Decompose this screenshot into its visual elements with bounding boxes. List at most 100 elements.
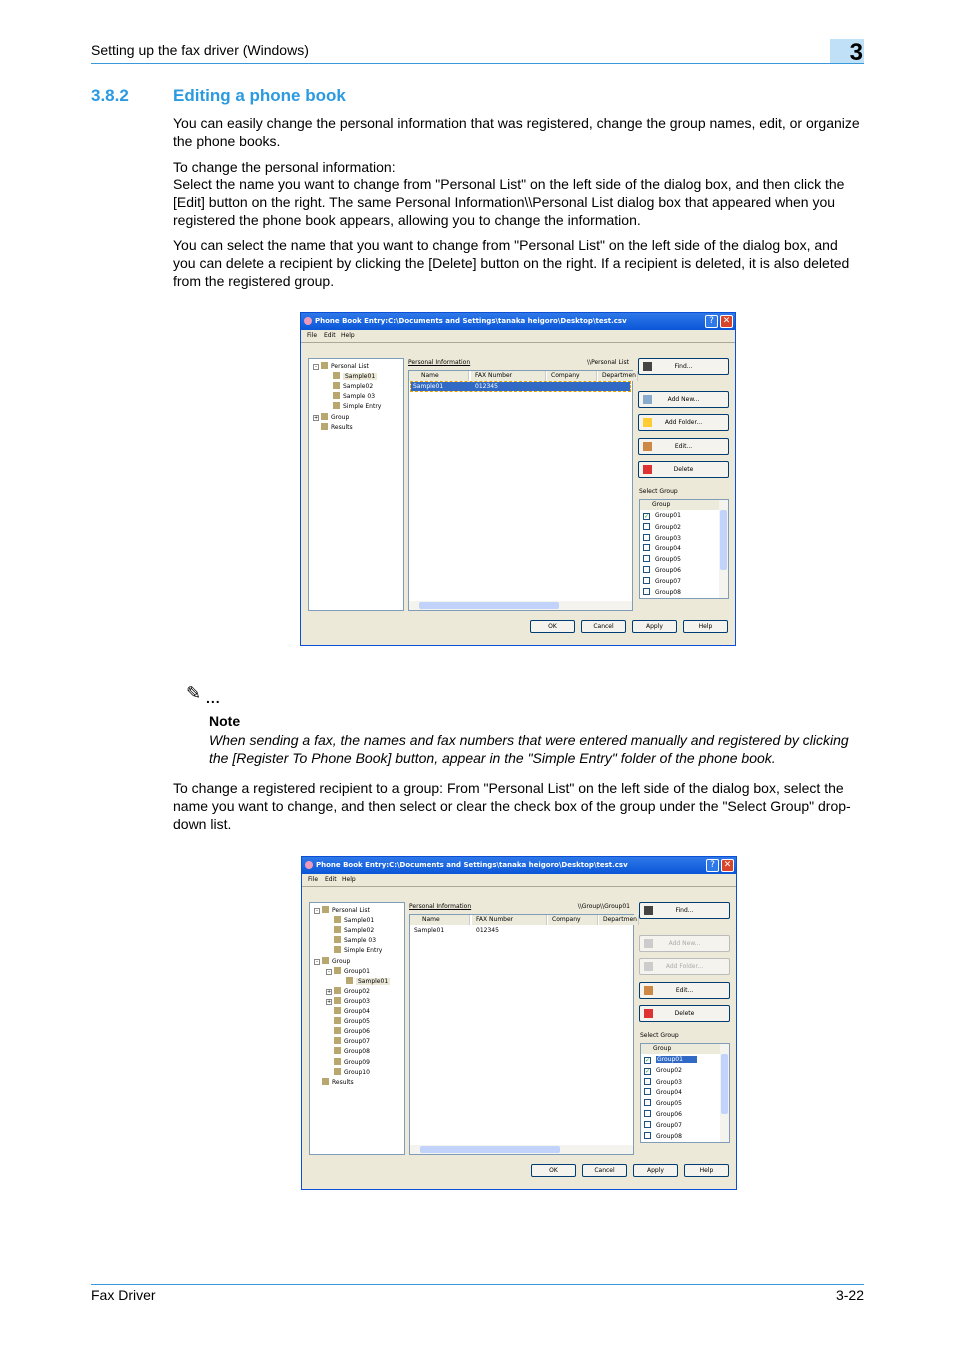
checkbox[interactable] — [643, 587, 650, 595]
cancel-button[interactable]: Cancel — [581, 620, 626, 633]
tree-item[interactable]: - Personal List — [313, 362, 369, 370]
scroll-thumb[interactable] — [420, 1146, 560, 1153]
menu-edit[interactable]: Edit — [325, 876, 337, 883]
tree-item[interactable]: Group07 — [326, 1037, 370, 1045]
tree-item[interactable]: Group10 — [326, 1067, 370, 1076]
column-header[interactable]: Departmen — [598, 371, 638, 381]
group-checkbox-item[interactable]: Group06 — [643, 566, 681, 575]
column-header[interactable]: FAX Number — [472, 915, 547, 925]
tree-panel[interactable]: - Personal List Sample01 Sample02 Sample 03 S… — [309, 902, 405, 1155]
checkbox[interactable] — [644, 1120, 651, 1128]
tree-item[interactable]: Sample01 — [338, 976, 391, 985]
column-header[interactable]: Name — [410, 915, 470, 925]
group-checkbox-item[interactable]: Group04 — [644, 1088, 682, 1097]
expander-icon[interactable]: - — [314, 958, 320, 965]
scroll-thumb[interactable] — [721, 1054, 728, 1114]
checkbox[interactable] — [643, 576, 650, 584]
expander-icon[interactable]: - — [314, 908, 320, 914]
tree-item[interactable]: Sample 03 — [326, 936, 376, 944]
column-header[interactable]: Company — [548, 915, 598, 925]
group-checkbox-item[interactable]: Group04 — [643, 544, 681, 553]
table-row[interactable]: Sample01 012345 — [410, 381, 631, 392]
checkbox-checked[interactable]: ✓ — [644, 1057, 651, 1064]
tree-item[interactable]: Results — [314, 1077, 354, 1086]
group-checkbox-item[interactable]: Group07 — [643, 576, 681, 586]
tree-item[interactable]: Group08 — [326, 1047, 370, 1055]
horizontal-scrollbar[interactable] — [409, 601, 632, 610]
apply-button[interactable]: Apply — [633, 1164, 678, 1177]
help-title-button[interactable]: ? — [705, 315, 718, 328]
group-checkbox-item[interactable]: Group03 — [643, 533, 681, 543]
expander-icon[interactable]: + — [326, 998, 332, 1005]
tree-panel[interactable]: - Personal List Sample01 Sample02 Sample 03 S… — [308, 358, 404, 611]
checkbox[interactable] — [643, 533, 650, 541]
checkbox[interactable] — [644, 1099, 651, 1107]
group-checkbox-item[interactable]: Group05 — [644, 1099, 682, 1108]
select-group-list[interactable]: Group ✓ Group01 ✓ Group02 Group03 Group04 Group… — [640, 1043, 730, 1143]
find-button[interactable]: Find... — [639, 902, 730, 919]
scroll-thumb[interactable] — [720, 510, 727, 570]
find-button[interactable]: Find... — [638, 358, 729, 375]
checkbox-checked[interactable]: ✓ — [643, 513, 650, 520]
help-button[interactable]: Help — [683, 620, 728, 633]
edit-button[interactable]: Edit... — [639, 982, 730, 999]
checkbox[interactable] — [644, 1110, 651, 1117]
column-header[interactable]: FAX Number — [471, 371, 546, 381]
close-button[interactable]: ✕ — [720, 315, 733, 328]
help-button[interactable]: Help — [684, 1164, 729, 1177]
column-header[interactable]: Company — [547, 371, 597, 381]
addfolder-button[interactable]: Add Folder... — [638, 414, 729, 431]
tree-item[interactable]: Group09 — [326, 1057, 370, 1066]
recipient-list[interactable]: Name FAX Number Company Departmen Sample01 01… — [409, 914, 639, 1155]
tree-item[interactable]: Simple Entry — [325, 402, 381, 410]
group-checkbox-item[interactable]: Group02 — [643, 522, 681, 532]
checkbox[interactable] — [644, 1077, 651, 1085]
ok-button[interactable]: OK — [530, 620, 575, 633]
tree-item[interactable]: - Group — [314, 956, 350, 965]
checkbox[interactable] — [644, 1131, 651, 1139]
tree-item[interactable]: Group04 — [326, 1007, 370, 1015]
tree-item[interactable]: Sample 03 — [325, 392, 375, 400]
addnew-button[interactable]: Add New... — [638, 391, 729, 408]
tree-item[interactable]: Group05 — [326, 1017, 370, 1025]
menu-help[interactable]: Help — [341, 332, 355, 339]
table-row[interactable]: Sample01 012345 — [412, 926, 631, 935]
expander-icon[interactable]: - — [313, 364, 319, 370]
group-column-header[interactable]: Group — [641, 1044, 720, 1054]
tree-item[interactable]: + Group03 — [326, 996, 370, 1005]
edit-button[interactable]: Edit... — [638, 438, 729, 455]
tree-item[interactable]: Results — [313, 422, 353, 431]
select-group-list[interactable]: Group ✓ Group01 Group02 Group03 Group04 Group0… — [639, 499, 729, 599]
cancel-button[interactable]: Cancel — [582, 1164, 627, 1177]
group-checkbox-item[interactable]: Group08 — [644, 1131, 682, 1141]
vertical-scrollbar[interactable] — [720, 1044, 729, 1142]
expander-icon[interactable]: - — [326, 968, 332, 975]
tree-item[interactable]: - Personal List — [314, 906, 370, 914]
horizontal-scrollbar[interactable] — [410, 1145, 633, 1154]
tree-item[interactable]: + Group — [313, 412, 349, 421]
group-checkbox-item[interactable]: Group03 — [644, 1077, 682, 1087]
tree-item[interactable]: Sample01 — [326, 916, 374, 924]
group-checkbox-item[interactable]: Group05 — [643, 555, 681, 564]
tree-item[interactable]: Sample01 — [325, 372, 378, 381]
scroll-thumb[interactable] — [419, 602, 559, 609]
checkbox[interactable] — [643, 555, 650, 563]
checkbox[interactable] — [644, 1088, 651, 1096]
expander-icon[interactable]: + — [326, 988, 332, 995]
menu-edit[interactable]: Edit — [324, 332, 336, 339]
group-checkbox-item[interactable]: ✓ Group02 — [644, 1067, 682, 1076]
ok-button[interactable]: OK — [531, 1164, 576, 1177]
group-checkbox-item[interactable]: ✓ Group01 — [644, 1056, 697, 1065]
column-header[interactable]: Name — [409, 371, 469, 381]
group-column-header[interactable]: Group — [640, 500, 719, 510]
tree-item[interactable]: Group06 — [326, 1027, 370, 1035]
checkbox-checked[interactable]: ✓ — [644, 1067, 651, 1075]
tree-item[interactable]: + Group02 — [326, 986, 370, 995]
delete-button[interactable]: Delete — [638, 461, 729, 478]
checkbox[interactable] — [643, 566, 650, 573]
menu-file[interactable]: File — [307, 332, 317, 339]
recipient-list[interactable]: Name FAX Number Company Departmen Sample01 01… — [408, 370, 638, 611]
help-title-button[interactable]: ? — [706, 859, 719, 872]
apply-button[interactable]: Apply — [632, 620, 677, 633]
tree-item[interactable]: Sample02 — [325, 382, 373, 390]
